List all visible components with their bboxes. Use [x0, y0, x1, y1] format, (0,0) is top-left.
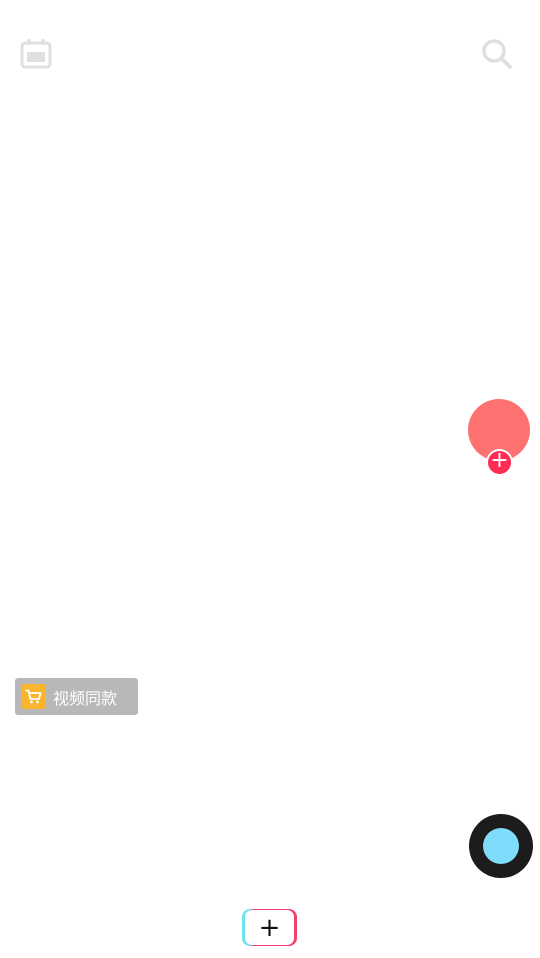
- video-feed-screen: + 视频同款 +: [0, 0, 540, 958]
- plus-icon: +: [490, 448, 509, 473]
- music-disc[interactable]: [469, 814, 533, 878]
- follow-button[interactable]: +: [486, 449, 513, 476]
- plus-icon: +: [245, 910, 294, 945]
- product-tag-label: 视频同款: [53, 688, 118, 708]
- music-cover-art: [483, 828, 519, 864]
- live-calendar-icon[interactable]: [18, 36, 54, 72]
- search-icon[interactable]: [479, 36, 515, 72]
- create-video-button[interactable]: +: [242, 909, 297, 946]
- shopping-cart-icon: [21, 684, 46, 709]
- product-tag-button[interactable]: 视频同款: [15, 678, 138, 715]
